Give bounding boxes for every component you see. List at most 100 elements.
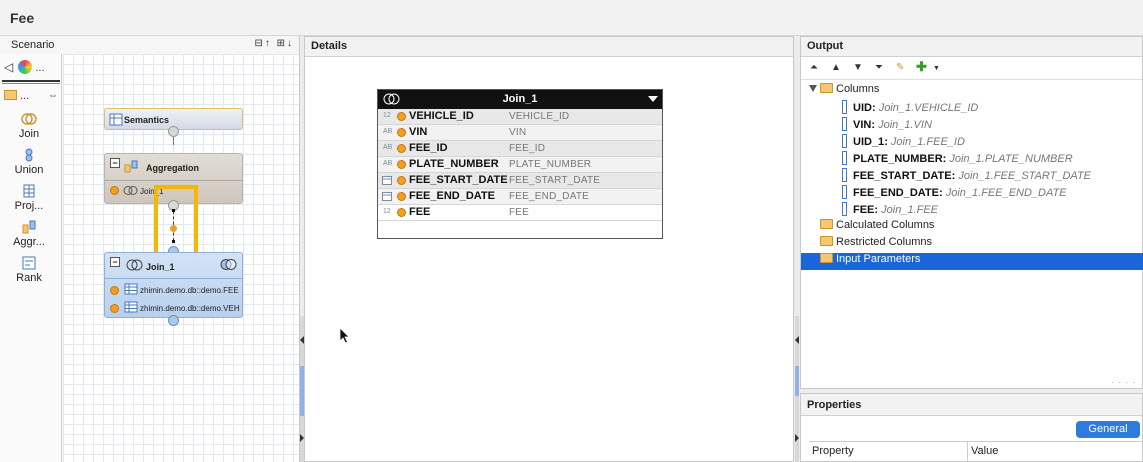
column-icon (842, 117, 847, 131)
palette-item-projection[interactable]: Proj... (0, 184, 58, 212)
collapse-icon[interactable]: − (110, 257, 120, 267)
column-name: FEE_ID (409, 142, 448, 154)
palette-item-join[interactable]: Join (0, 112, 58, 140)
tree-item-column[interactable]: UID_1: Join_1.FEE_ID (801, 134, 1143, 151)
column-icon (842, 100, 847, 114)
edit-icon[interactable]: ✎ (896, 62, 904, 73)
scenario-controls[interactable]: ⊟↑ ⊞↓ (254, 38, 294, 49)
tree-item-column[interactable]: UID: Join_1.VEHICLE_ID (801, 100, 1143, 117)
tree-item-input-parameters[interactable]: Input Parameters (801, 253, 1143, 270)
table-row[interactable]: AB FEE_ID FEE_ID (378, 141, 662, 157)
join-node[interactable]: − Join_1 zhimin.demo.db::demo.FEE zhimin… (104, 252, 243, 318)
output-panel: Output ⏶ ▲ ▼ ⏷ ✎ ✚ ▼ Columns UID: Join_1… (800, 36, 1143, 389)
palette-color-icon[interactable] (18, 60, 33, 74)
palette-more-icon[interactable]: ... (35, 62, 44, 74)
column-divider (967, 442, 968, 462)
tool-palette: ◁ ... ... ⇔ Join Union Proj... Aggr... R… (0, 54, 62, 462)
edge-midpoint-icon[interactable] (170, 225, 177, 232)
column-name: FEE (853, 204, 875, 216)
palette-item-rank[interactable]: Rank (0, 256, 58, 284)
join-type-icon[interactable] (220, 258, 237, 271)
collapse-left-icon[interactable] (795, 336, 799, 344)
add-icon[interactable]: ✚ (916, 59, 927, 75)
column-source: Join_1.PLATE_NUMBER (949, 153, 1073, 165)
divider (105, 180, 242, 181)
splitter-right[interactable] (795, 316, 799, 462)
folder-icon (820, 219, 833, 229)
output-toolbar: ⏶ ▲ ▼ ⏷ ✎ ✚ ▼ (801, 58, 1142, 80)
collapse-icon[interactable]: − (110, 158, 120, 168)
column-mapping: FEE_ID (509, 143, 546, 154)
join-table-title: Join_1 (502, 93, 538, 105)
column-mapping: VEHICLE_ID (509, 111, 570, 122)
palette-toggle-icon[interactable]: ⇔ (48, 90, 58, 101)
tree-item-column[interactable]: VIN: Join_1.VIN (801, 117, 1143, 134)
expand-right-icon[interactable] (795, 434, 799, 442)
edge-handle[interactable] (172, 209, 175, 212)
move-up-icon[interactable]: ▲ (831, 62, 841, 73)
aggregation-label: Aggregation (146, 163, 199, 173)
property-column-header: Property (812, 445, 854, 457)
expand-all-icon[interactable]: ⊞↓ (277, 38, 294, 49)
column-name: PLATE_NUMBER (853, 153, 943, 165)
rank-icon (22, 256, 36, 270)
column-icon (842, 168, 847, 182)
palette-item-aggregation[interactable]: Aggr... (0, 220, 58, 248)
mouse-cursor-icon (339, 327, 350, 344)
table-row[interactable]: FEE_START_DATE FEE_START_DATE (378, 173, 662, 189)
semantics-connector[interactable] (168, 126, 179, 137)
join-columns-table[interactable]: Join_1 12 VEHICLE_ID VEHICLE_ID AB VIN V… (377, 89, 663, 239)
table-row[interactable]: 12 VEHICLE_ID VEHICLE_ID (378, 109, 662, 125)
table-row[interactable]: 12 FEE FEE (378, 205, 662, 221)
date-type-icon (382, 176, 392, 185)
column-mapping: VIN (509, 127, 527, 138)
table-row[interactable]: FEE_END_DATE FEE_END_DATE (378, 189, 662, 205)
table-row[interactable]: AB PLATE_NUMBER PLATE_NUMBER (378, 157, 662, 173)
column-mapping: PLATE_NUMBER (509, 159, 592, 170)
move-top-icon[interactable]: ⏶ (810, 62, 818, 73)
output-header: Output (801, 37, 1142, 57)
join-table-header[interactable]: Join_1 (378, 90, 662, 109)
join-input-veh[interactable]: zhimin.demo.db::demo.VEH (140, 304, 240, 313)
add-dropdown-icon[interactable]: ▼ (933, 65, 940, 72)
folder-label: Restricted Columns (836, 236, 932, 248)
join-input-fee[interactable]: zhimin.demo.db::demo.FEE (140, 286, 239, 295)
tree-item-columns[interactable]: Columns (801, 83, 1143, 100)
join-bottom-connector[interactable] (168, 315, 179, 326)
details-header: Details (305, 37, 793, 57)
palette-divider-2 (2, 83, 60, 84)
column-name: FEE_START_DATE (853, 170, 952, 182)
semantics-label: Semantics (124, 115, 170, 125)
move-down-icon[interactable]: ▼ (853, 62, 863, 73)
join-label: Join_1 (146, 262, 175, 272)
tree-item-restricted-columns[interactable]: Restricted Columns (801, 236, 1143, 253)
splitter-handle[interactable] (795, 366, 799, 396)
column-name: UID (853, 102, 872, 114)
collapse-all-icon[interactable]: ⊟↑ (254, 38, 271, 49)
palette-back-icon[interactable]: ◁ (4, 60, 13, 74)
tree-item-calculated-columns[interactable]: Calculated Columns (801, 219, 1143, 236)
palette-top-row: ◁ ... (4, 60, 62, 74)
folder-icon (4, 90, 17, 100)
dropdown-arrow-icon[interactable] (648, 96, 658, 102)
table-row[interactable]: AB VIN VIN (378, 125, 662, 141)
tree-item-column[interactable]: PLATE_NUMBER: Join_1.PLATE_NUMBER (801, 151, 1143, 168)
palette-folder-row[interactable]: ... ⇔ (4, 90, 62, 102)
tree-item-column[interactable]: FEE_START_DATE: Join_1.FEE_START_DATE (801, 168, 1143, 185)
column-dot-icon (397, 144, 406, 153)
edge-line (173, 137, 174, 145)
palette-item-union[interactable]: Union (0, 148, 58, 176)
join-icon (123, 186, 138, 195)
scenario-canvas[interactable]: Semantics − Aggregation Join_1 − Join_1 (63, 54, 299, 462)
column-name: VIN (853, 119, 872, 131)
move-bottom-icon[interactable]: ⏷ (875, 62, 883, 73)
column-dot-icon (397, 208, 406, 217)
edge-handle[interactable] (172, 240, 175, 243)
properties-table: Property Value (809, 441, 1143, 462)
general-tab-button[interactable]: General (1076, 421, 1140, 438)
tree-item-column[interactable]: FEE: Join_1.FEE (801, 202, 1143, 219)
column-dot-icon (397, 112, 406, 121)
tree-item-column[interactable]: FEE_END_DATE: Join_1.FEE_END_DATE (801, 185, 1143, 202)
expand-twisty-icon[interactable] (809, 85, 817, 92)
resize-grip-icon[interactable]: · · · · (1112, 378, 1136, 387)
